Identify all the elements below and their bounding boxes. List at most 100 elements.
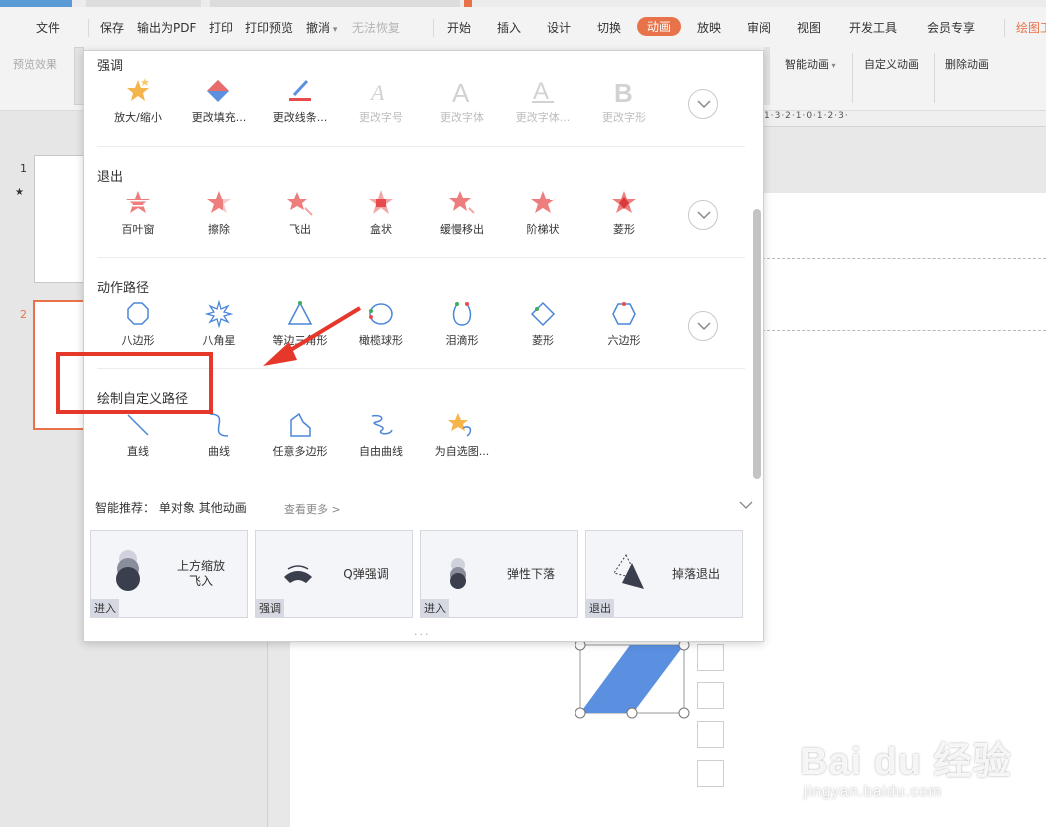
quick-print[interactable]: 打印: [209, 19, 233, 36]
custom-for-shape[interactable]: 为自选图...: [422, 410, 502, 460]
section-divider: [97, 146, 745, 147]
card-label-line: 上方缩放: [176, 559, 225, 573]
tab-drawing-tools[interactable]: 绘图工: [1016, 19, 1046, 36]
chevron-down-icon: [697, 211, 711, 220]
path-octagon[interactable]: 八边形: [98, 299, 178, 349]
scribble-icon: [366, 410, 396, 440]
tab-transition[interactable]: 切换: [597, 19, 621, 36]
window-tab[interactable]: [0, 0, 72, 7]
path-hexagon[interactable]: 六边形: [584, 299, 664, 349]
tab-review[interactable]: 审阅: [747, 19, 771, 36]
see-more-link[interactable]: 查看更多 >: [284, 501, 341, 517]
section-title-emphasis: 强调: [97, 59, 124, 74]
divider: [433, 19, 434, 37]
baidu-watermark: Bai du 经验 jingyan.baidu.com: [800, 730, 1012, 800]
recommend-card-q-bounce[interactable]: Q弹强调 强调: [255, 530, 413, 618]
anim-label: 更改字形: [602, 111, 646, 124]
float-tool-button[interactable]: [697, 760, 724, 787]
tab-animation[interactable]: 动画: [637, 17, 682, 36]
card-tag: 退出: [586, 599, 614, 617]
stacked-circles-icon: [116, 550, 140, 591]
anim-label: 更改字体...: [515, 111, 571, 124]
recommend-card-drop-exit[interactable]: 掉落退出 退出: [585, 530, 743, 618]
quick-save[interactable]: 保存: [100, 19, 124, 36]
tab-view[interactable]: 视图: [797, 19, 821, 36]
anim-fly-out[interactable]: 飞出: [260, 188, 340, 238]
expand-motion-path-button[interactable]: [688, 311, 718, 341]
anim-diamond-exit[interactable]: 菱形: [584, 188, 664, 238]
anim-label: 直线: [127, 445, 149, 458]
delete-animation-button[interactable]: 删除动画: [945, 56, 989, 72]
quick-export-pdf[interactable]: 输出为PDF: [137, 19, 196, 36]
path-diamond[interactable]: 菱形: [503, 299, 583, 349]
anim-slow-out[interactable]: 缓慢移出: [422, 188, 502, 238]
menu-file[interactable]: 文件: [36, 19, 60, 36]
smart-single-object[interactable]: 单对象: [159, 501, 195, 515]
football-icon: [366, 299, 396, 329]
anim-label: 更改字体: [440, 111, 484, 124]
animation-star-icon: ★: [15, 187, 24, 198]
quick-print-preview[interactable]: 打印预览: [245, 19, 293, 36]
expand-exit-button[interactable]: [688, 200, 718, 230]
expand-emphasis-button[interactable]: [688, 89, 718, 119]
anim-change-font-color: A 更改字体...: [503, 76, 583, 126]
card-tag: 进入: [421, 599, 449, 617]
float-tool-button[interactable]: [697, 682, 724, 709]
resize-handle[interactable]: [626, 707, 638, 719]
undo-label: 撤消: [306, 21, 331, 35]
menu-bar: 文件 保存 输出为PDF 打印 打印预览 撤消 ▾ 无法恢复 开始 插入 设计 …: [0, 7, 1046, 45]
title-strip: [0, 0, 1046, 7]
anim-label: 泪滴形: [445, 334, 479, 347]
window-tab[interactable]: [86, 0, 201, 7]
recommend-card-zoom-fly-in[interactable]: 上方缩放 飞入 进入: [90, 530, 248, 618]
panel-resize-grip[interactable]: ···: [414, 628, 431, 641]
preview-effect-button[interactable]: 预览效果: [13, 56, 57, 72]
parallelogram-shape[interactable]: [575, 640, 693, 720]
custom-animation-button[interactable]: 自定义动画: [864, 56, 919, 72]
custom-freeform-polygon[interactable]: 任意多边形: [260, 410, 340, 460]
recommend-card-elastic-drop[interactable]: 弹性下落 进入: [420, 530, 578, 618]
tab-member[interactable]: 会员专享: [927, 19, 975, 36]
bounce-hat-icon: [284, 565, 312, 583]
custom-curve[interactable]: 曲线: [179, 410, 259, 460]
font-underline-icon: A: [528, 76, 558, 106]
float-tool-button[interactable]: [697, 644, 724, 671]
quick-undo[interactable]: 撤消 ▾: [306, 19, 337, 36]
tab-design[interactable]: 设计: [547, 19, 571, 36]
path-teardrop[interactable]: 泪滴形: [422, 299, 502, 349]
anim-wipe[interactable]: 擦除: [179, 188, 259, 238]
tab-insert[interactable]: 插入: [497, 19, 521, 36]
anim-zoom[interactable]: 放大/缩小: [98, 76, 178, 126]
star-diamond-icon: [609, 188, 639, 218]
collapse-chevron-icon[interactable]: [739, 501, 753, 510]
font-bold-icon: B: [609, 76, 639, 108]
smart-animation-button[interactable]: 智能动画 ▾: [785, 56, 836, 72]
tab-home[interactable]: 开始: [447, 19, 471, 36]
anim-box[interactable]: 盒状: [341, 188, 421, 238]
scrollbar-thumb[interactable]: [753, 209, 761, 479]
tab-developer[interactable]: 开发工具: [849, 19, 897, 36]
chevron-down-icon: [697, 322, 711, 331]
custom-line[interactable]: 直线: [98, 410, 178, 460]
highlight-box: [56, 352, 213, 414]
tab-slideshow[interactable]: 放映: [697, 19, 721, 36]
gallery-edge: [764, 47, 770, 105]
anim-blinds[interactable]: 百叶窗: [98, 188, 178, 238]
quick-redo[interactable]: 无法恢复: [352, 19, 400, 36]
path-8-point-star[interactable]: 八角星: [179, 299, 259, 349]
anim-label: 菱形: [613, 223, 635, 236]
window-tab[interactable]: [210, 0, 460, 7]
anim-steps[interactable]: 阶梯状: [503, 188, 583, 238]
float-tool-button[interactable]: [697, 721, 724, 748]
resize-handle[interactable]: [575, 707, 586, 719]
custom-freehand-curve[interactable]: 自由曲线: [341, 410, 421, 460]
pen-line-icon: [285, 76, 315, 106]
smart-other-animation[interactable]: 其他动画: [199, 501, 247, 515]
chevron-down-icon: ▾: [330, 25, 338, 35]
anim-change-fill[interactable]: 更改填充...: [179, 76, 259, 126]
resize-handle[interactable]: [678, 707, 690, 719]
anim-label: 八边形: [121, 334, 155, 347]
anim-change-line[interactable]: 更改线条...: [260, 76, 340, 126]
anim-label: 放大/缩小: [114, 111, 162, 124]
red-arrow-annotation: [263, 306, 362, 366]
